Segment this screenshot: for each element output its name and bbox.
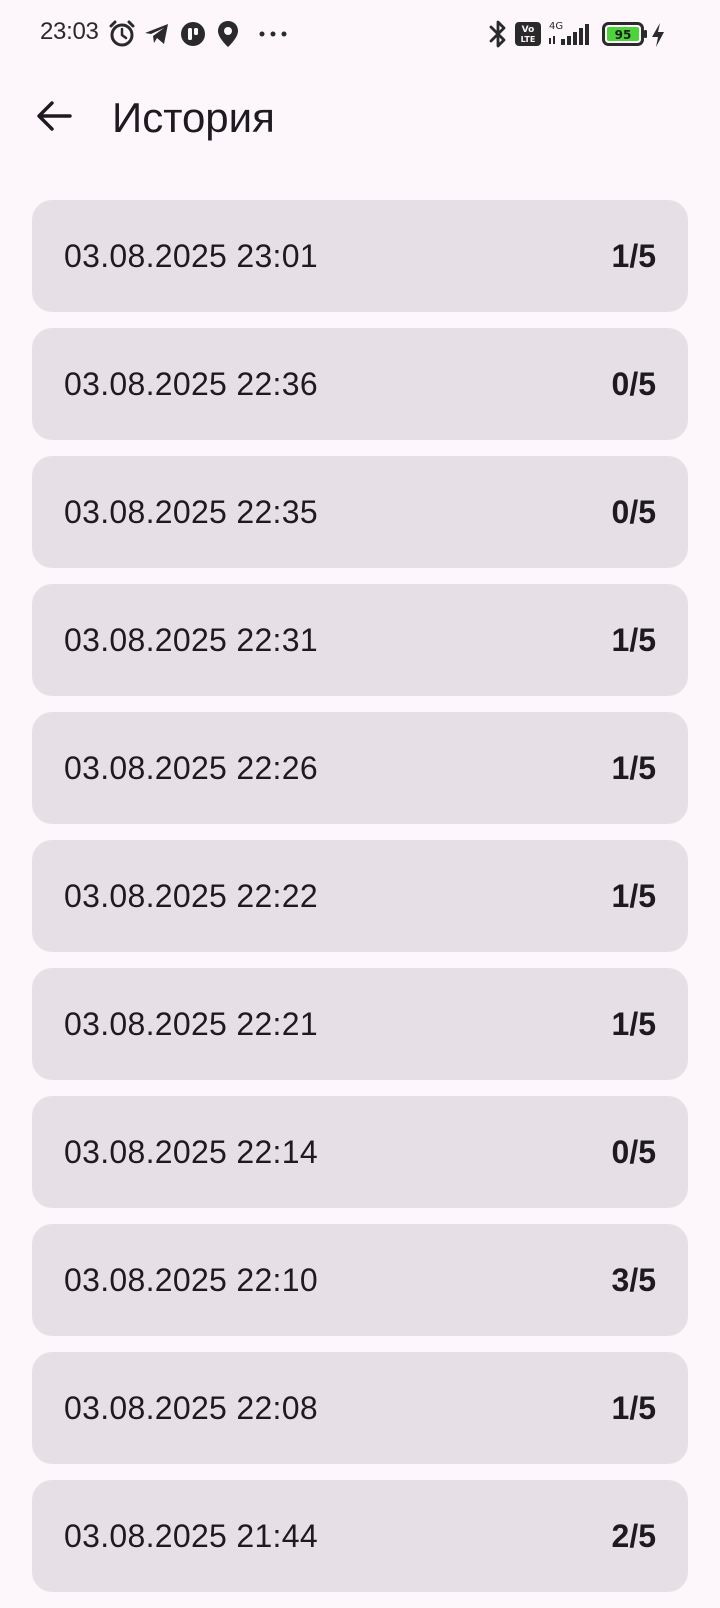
location-icon xyxy=(216,20,240,48)
status-bar: 23:03 Vo LTE 4G 95 xyxy=(0,0,720,70)
history-score: 1/5 xyxy=(611,877,656,914)
history-item[interactable]: 03.08.2025 22:14 0/5 xyxy=(32,1096,688,1208)
history-date: 03.08.2025 22:21 xyxy=(64,1005,318,1042)
history-score: 0/5 xyxy=(611,365,656,402)
history-item[interactable]: 03.08.2025 22:35 0/5 xyxy=(32,456,688,568)
history-list: 03.08.2025 23:01 1/5 03.08.2025 22:36 0/… xyxy=(32,200,688,1608)
history-score: 0/5 xyxy=(611,1133,656,1170)
bluetooth-icon xyxy=(488,18,508,50)
svg-text:LTE: LTE xyxy=(521,35,536,44)
arrow-back-icon xyxy=(36,100,72,137)
history-score: 0/5 xyxy=(611,493,656,530)
history-date: 03.08.2025 22:10 xyxy=(64,1261,318,1298)
history-score: 1/5 xyxy=(611,1389,656,1426)
history-date: 03.08.2025 22:22 xyxy=(64,877,318,914)
back-button[interactable] xyxy=(28,92,80,144)
history-date: 03.08.2025 22:35 xyxy=(64,493,318,530)
history-date: 03.08.2025 22:14 xyxy=(64,1133,318,1170)
history-date: 03.08.2025 22:36 xyxy=(64,365,318,402)
history-item[interactable]: 03.08.2025 22:36 0/5 xyxy=(32,328,688,440)
history-item[interactable]: 03.08.2025 22:21 1/5 xyxy=(32,968,688,1080)
history-date: 03.08.2025 22:26 xyxy=(64,749,318,786)
history-item[interactable]: 03.08.2025 22:08 1/5 xyxy=(32,1352,688,1464)
battery-level: 95 xyxy=(615,28,632,42)
history-item[interactable]: 03.08.2025 21:44 2/5 xyxy=(32,1480,688,1592)
status-time: 23:03 xyxy=(40,18,99,45)
svg-text:Vo: Vo xyxy=(522,25,535,35)
history-score: 2/5 xyxy=(611,1517,656,1554)
history-score: 1/5 xyxy=(611,621,656,658)
signal-icon: 4G xyxy=(547,18,593,48)
history-score: 1/5 xyxy=(611,1005,656,1042)
page-title: История xyxy=(112,94,275,141)
history-date: 03.08.2025 22:08 xyxy=(64,1389,318,1426)
volte-icon: Vo LTE xyxy=(515,22,541,46)
history-date: 03.08.2025 22:31 xyxy=(64,621,318,658)
app-icon xyxy=(180,21,206,47)
history-item[interactable]: 03.08.2025 22:22 1/5 xyxy=(32,840,688,952)
history-score: 3/5 xyxy=(611,1261,656,1298)
telegram-icon xyxy=(144,22,170,46)
charging-icon xyxy=(650,22,666,48)
history-date: 03.08.2025 23:01 xyxy=(64,237,318,274)
history-item[interactable]: 03.08.2025 23:01 1/5 xyxy=(32,200,688,312)
alarm-icon xyxy=(108,20,136,48)
history-item[interactable]: 03.08.2025 22:31 1/5 xyxy=(32,584,688,696)
history-score: 1/5 xyxy=(611,749,656,786)
battery-icon: 95 xyxy=(602,22,648,46)
history-score: 1/5 xyxy=(611,237,656,274)
history-date: 03.08.2025 21:44 xyxy=(64,1517,318,1554)
history-item[interactable]: 03.08.2025 22:10 3/5 xyxy=(32,1224,688,1336)
network-type: 4G xyxy=(549,21,563,32)
history-item[interactable]: 03.08.2025 22:26 1/5 xyxy=(32,712,688,824)
app-bar: История xyxy=(0,70,720,166)
more-dots-icon xyxy=(258,30,288,38)
